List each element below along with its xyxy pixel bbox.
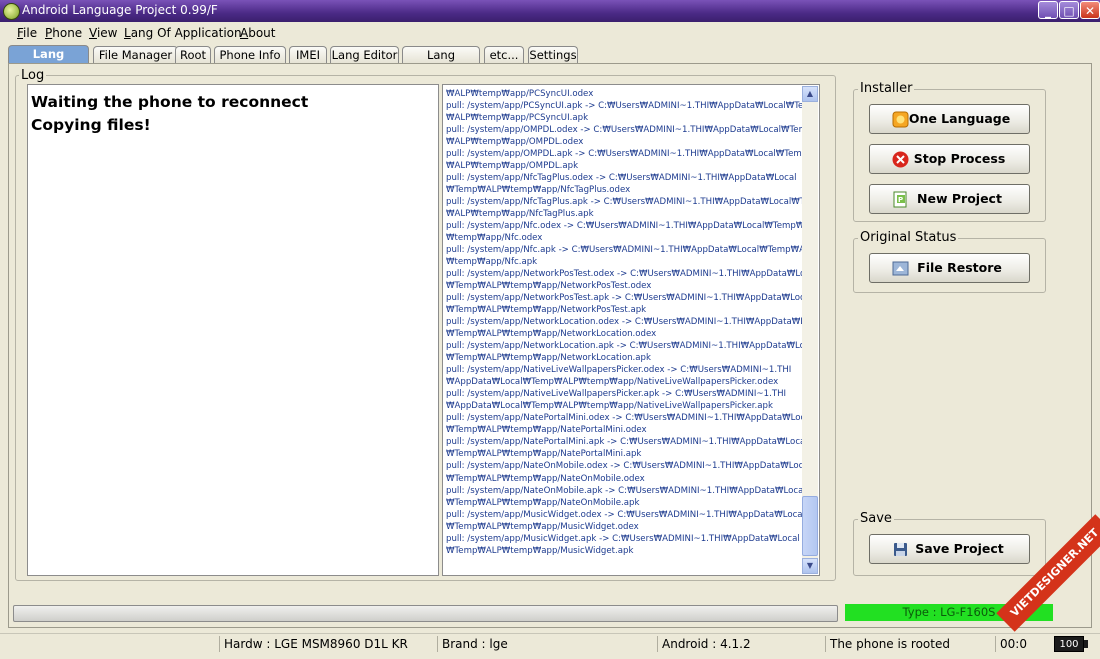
log-line: pull: /system/app/OMPDL.apk -> C:₩Users₩…: [446, 149, 802, 160]
log-line: ₩ALP₩temp₩app/NfcTagPlus.apk: [446, 209, 594, 220]
battery-indicator: 100: [1054, 636, 1084, 652]
log-line: ₩ALP₩temp₩app/OMPDL.odex: [446, 137, 584, 148]
log-line: ₩Temp₩ALP₩temp₩app/NateOnMobile.odex: [446, 473, 645, 484]
log-line: ₩Temp₩ALP₩temp₩app/NetworkPosTest.odex: [446, 281, 652, 292]
log-line: pull: /system/app/NatePortalMini.apk -> …: [446, 437, 802, 448]
file-restore-label: File Restore: [917, 260, 1002, 275]
restore-icon: [892, 261, 909, 276]
log-line: pull: /system/app/NfcTagPlus.apk -> C:₩U…: [446, 197, 802, 208]
log-line: pull: /system/app/NateOnMobile.apk -> C:…: [446, 485, 802, 496]
save-group-label: Save: [858, 511, 894, 526]
log-line: ₩ALP₩temp₩app/OMPDL.apk: [446, 161, 579, 172]
app-icon: [3, 3, 20, 20]
installer-group-label: Installer: [858, 81, 915, 96]
log-line: pull: /system/app/MusicWidget.apk -> C:₩…: [446, 533, 800, 544]
status-root-state: The phone is rooted: [825, 636, 995, 652]
log-group-label: Log: [19, 68, 47, 83]
original-status-group-label: Original Status: [858, 230, 959, 245]
log-line: pull: /system/app/MusicWidget.odex -> C:…: [446, 509, 802, 520]
status-bar: Hardw : LGE MSM8960 D1L KR Brand : lge A…: [0, 633, 1100, 654]
window-title: Android Language Project 0.99/F: [22, 3, 218, 17]
menu-view[interactable]: View: [89, 26, 117, 40]
save-project-button[interactable]: Save Project: [869, 534, 1030, 564]
log-line: pull: /system/app/PCSyncUI.apk -> C:₩Use…: [446, 101, 802, 112]
log-textbox[interactable]: ₩ALP₩temp₩app/PCSyncUI.odex pull: /system…: [442, 84, 820, 576]
log-line: ₩Temp₩ALP₩temp₩app/NatePortalMini.apk: [446, 449, 642, 460]
new-project-icon: P: [893, 191, 907, 208]
status-brand: Brand : lge: [437, 636, 657, 652]
log-line: pull: /system/app/NetworkPosTest.odex ->…: [446, 269, 802, 280]
tab-imei[interactable]: IMEI: [289, 46, 327, 63]
tab-lang-stealing[interactable]: Lang Stealing: [402, 46, 480, 79]
tab-lang-installer[interactable]: Lang Installer: [8, 45, 89, 78]
status-empty-field: [0, 636, 219, 652]
stop-process-button[interactable]: Stop Process: [869, 144, 1030, 174]
log-scrollbar[interactable]: ▲ ▼: [802, 86, 818, 574]
tab-phone-info[interactable]: Phone Info: [214, 46, 286, 63]
status-message-copying: Copying files!: [31, 116, 151, 134]
log-line: pull: /system/app/Nfc.apk -> C:₩Users₩AD…: [446, 245, 802, 256]
new-project-button[interactable]: P New Project: [869, 184, 1030, 214]
log-line: pull: /system/app/NetworkPosTest.apk -> …: [446, 293, 802, 304]
tab-file-manager[interactable]: File Manager: [93, 46, 178, 63]
log-line: ₩Temp₩ALP₩temp₩app/NfcTagPlus.odex: [446, 185, 631, 196]
battery-tip: [1084, 640, 1088, 648]
status-message-reconnect: Waiting the phone to reconnect: [31, 93, 309, 111]
stop-icon: [892, 151, 909, 168]
menu-file[interactable]: File: [17, 26, 37, 40]
scroll-down-icon[interactable]: ▼: [802, 558, 818, 574]
log-line: ₩Temp₩ALP₩temp₩app/NateOnMobile.apk: [446, 497, 640, 508]
log-line: ₩Temp₩ALP₩temp₩app/MusicWidget.odex: [446, 521, 639, 532]
tab-lang-editor[interactable]: Lang Editor: [330, 46, 399, 63]
save-project-label: Save Project: [915, 541, 1004, 556]
tab-root[interactable]: Root: [175, 46, 211, 63]
log-line: ₩temp₩app/Nfc.apk: [446, 257, 538, 268]
tab-settings[interactable]: Settings: [528, 46, 578, 63]
minimize-button[interactable]: _: [1038, 1, 1058, 19]
log-line: pull: /system/app/NetworkLocation.apk ->…: [446, 341, 802, 352]
log-line: ₩temp₩app/Nfc.odex: [446, 233, 543, 244]
file-restore-button[interactable]: File Restore: [869, 253, 1030, 283]
log-line: ₩ALP₩temp₩app/PCSyncUI.apk: [446, 113, 589, 124]
log-line: ₩Temp₩ALP₩temp₩app/NetworkLocation.apk: [446, 353, 651, 364]
log-line: ₩Temp₩ALP₩temp₩app/NetworkPosTest.apk: [446, 305, 647, 316]
one-language-button[interactable]: One Language: [869, 104, 1030, 134]
tab-etc[interactable]: etc...: [484, 46, 524, 63]
menu-lang-of-application[interactable]: Lang Of Application: [124, 26, 242, 40]
log-line: ₩ALP₩temp₩app/PCSyncUI.odex: [446, 89, 594, 99]
log-line: pull: /system/app/NativeLiveWallpapersPi…: [446, 389, 787, 400]
title-bar: Android Language Project 0.99/F _ □ ✕: [0, 0, 1100, 22]
progress-bar: [13, 605, 838, 622]
log-line: ₩Temp₩ALP₩temp₩app/NetworkLocation.odex: [446, 329, 657, 340]
menu-about[interactable]: About: [240, 26, 276, 40]
svg-text:P: P: [898, 196, 903, 204]
language-icon: [892, 111, 909, 128]
status-time: 00:0: [995, 636, 1053, 652]
log-line: ₩AppData₩Local₩Temp₩ALP₩temp₩app/NativeL…: [446, 377, 779, 388]
log-line: pull: /system/app/NatePortalMini.odex ->…: [446, 413, 802, 424]
status-hardware: Hardw : LGE MSM8960 D1L KR: [219, 636, 437, 652]
log-line: pull: /system/app/OMPDL.odex -> C:₩Users…: [446, 125, 802, 136]
status-message-area: Waiting the phone to reconnect Copying f…: [27, 84, 439, 576]
log-line: ₩AppData₩Local₩Temp₩ALP₩temp₩app/NativeL…: [446, 401, 773, 412]
log-line: ₩Temp₩ALP₩temp₩app/NatePortalMini.odex: [446, 425, 647, 436]
stop-process-label: Stop Process: [913, 151, 1006, 166]
close-button[interactable]: ✕: [1080, 1, 1100, 19]
maximize-button[interactable]: □: [1059, 1, 1079, 19]
status-android-version: Android : 4.1.2: [657, 636, 825, 652]
log-line: pull: /system/app/Nfc.odex -> C:₩Users₩A…: [446, 221, 802, 232]
floppy-disk-icon: [894, 543, 907, 556]
log-lines: ₩ALP₩temp₩app/PCSyncUI.odex pull: /system…: [446, 88, 802, 557]
menu-bar: File Phone View Lang Of Application Abou…: [0, 24, 1100, 44]
log-line: pull: /system/app/NativeLiveWallpapersPi…: [446, 365, 792, 376]
log-line: pull: /system/app/NetworkLocation.odex -…: [446, 317, 802, 328]
log-line: ₩Temp₩ALP₩temp₩app/MusicWidget.apk: [446, 545, 634, 556]
log-line: pull: /system/app/NfcTagPlus.odex -> C:₩…: [446, 173, 797, 184]
log-line: pull: /system/app/NateOnMobile.odex -> C…: [446, 461, 802, 472]
menu-phone[interactable]: Phone: [45, 26, 82, 40]
new-project-label: New Project: [917, 191, 1002, 206]
scroll-up-icon[interactable]: ▲: [802, 86, 818, 102]
scroll-thumb[interactable]: [802, 496, 818, 556]
